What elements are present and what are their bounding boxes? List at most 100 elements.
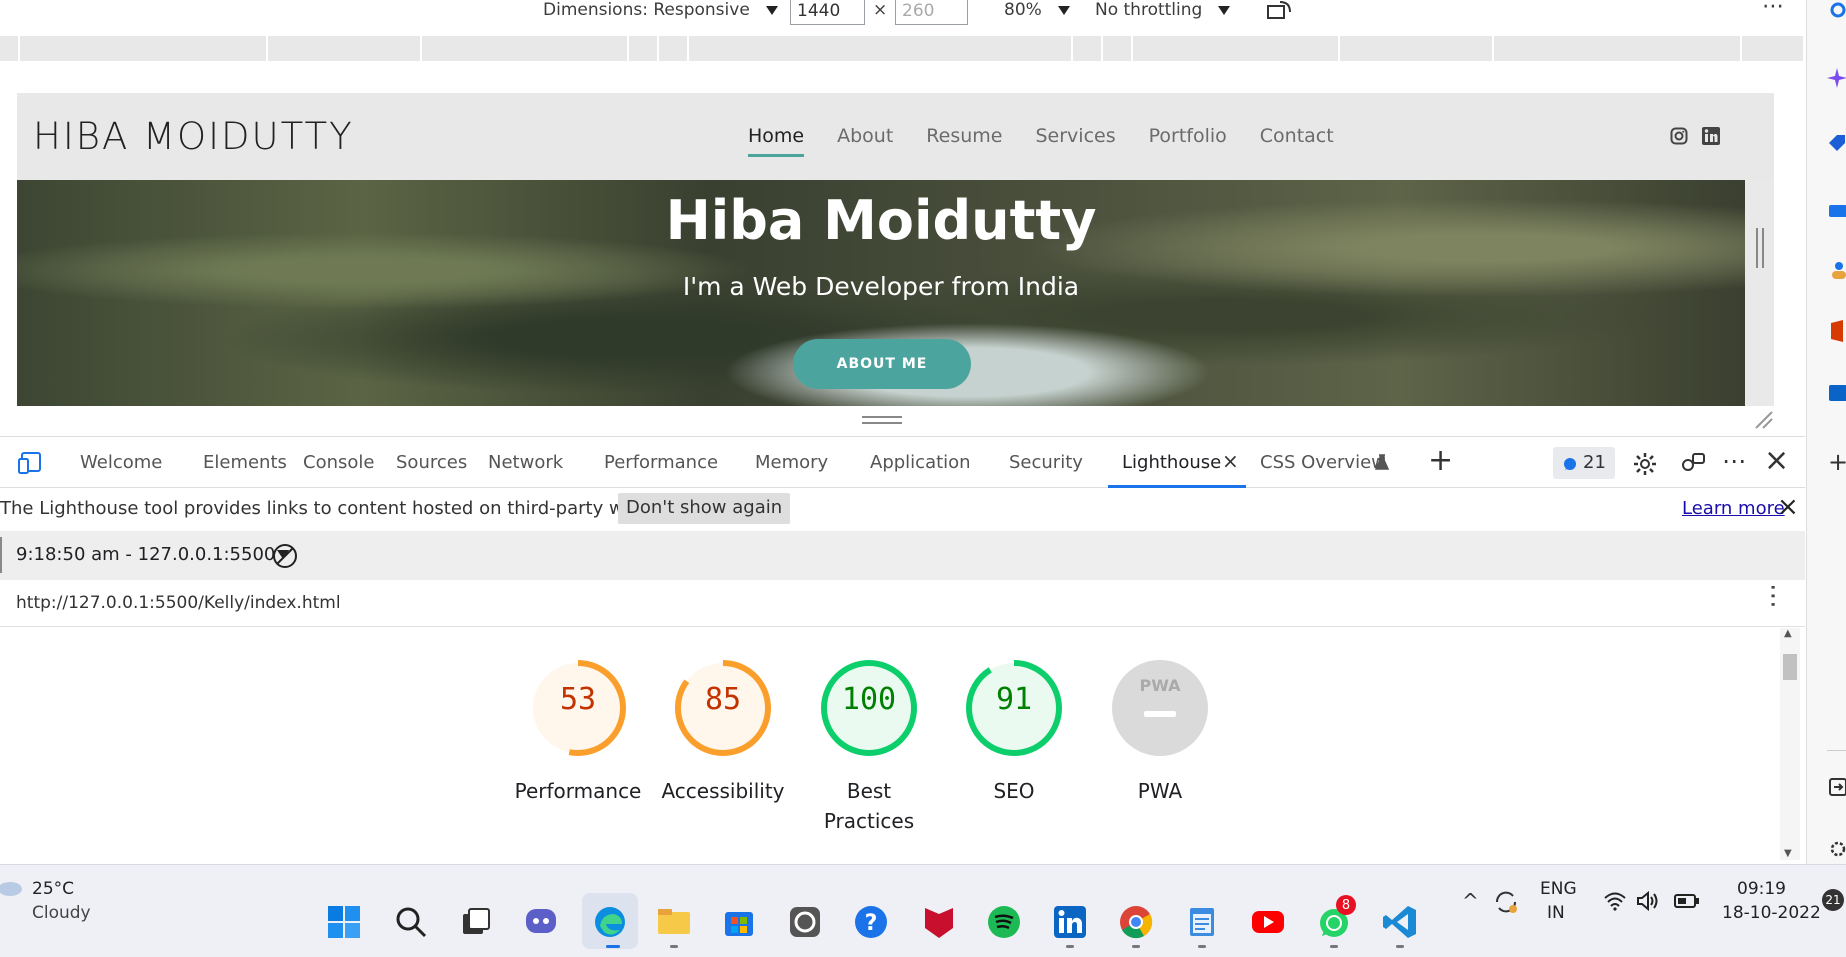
start-button-icon[interactable] [326,904,362,940]
linkedin-app-icon[interactable] [1052,904,1088,940]
nav-home[interactable]: Home [748,125,805,157]
search-icon[interactable] [1829,2,1846,20]
tab-console[interactable]: Console [303,452,374,473]
zoom-dropdown[interactable]: 80% [1004,0,1070,20]
tab-performance[interactable]: Performance [604,452,718,473]
scroll-up-icon[interactable]: ▲ [1784,628,1792,639]
close-infobar-icon[interactable]: × [1777,492,1799,522]
language-code[interactable]: ENG [1540,879,1577,899]
weather-condition[interactable]: Cloudy [32,903,91,923]
score-value: 100 [841,682,897,717]
active-tab-indicator [1108,485,1246,488]
tools-briefcase-icon[interactable] [1827,200,1846,220]
site-logo[interactable]: HIBA MOIDUTTY [33,115,354,158]
report-menu-icon[interactable]: ⋯ [1758,583,1788,609]
scroll-down-icon[interactable]: ▼ [1784,848,1792,859]
notepad-icon[interactable] [1184,904,1220,940]
microsoft-store-icon[interactable] [721,904,757,940]
vscode-icon[interactable] [1382,904,1418,940]
more-options-icon[interactable]: ⋯ [1762,0,1784,19]
score-label-line: Best [846,779,892,803]
wifi-icon[interactable] [1603,891,1627,911]
more-options-icon[interactable]: ⋯ [1722,447,1746,475]
tab-css-overview[interactable]: CSS Overview [1260,452,1386,473]
sync-icon[interactable] [1493,889,1519,915]
youtube-icon[interactable] [1250,904,1286,940]
throttling-dropdown[interactable]: No throttling [1095,0,1231,20]
horizontal-resize-handle[interactable] [1756,228,1764,268]
chrome-icon[interactable] [1118,904,1154,940]
score-performance[interactable]: 53 Performance [515,658,641,806]
nav-about[interactable]: About [837,125,893,147]
close-tab-icon[interactable]: × [1222,449,1239,473]
width-input[interactable]: 1440 [790,0,865,25]
spotify-icon[interactable] [986,904,1022,940]
customize-feedback-icon[interactable] [1680,451,1706,477]
score-accessibility[interactable]: 85 Accessibility [661,658,785,806]
clock-date[interactable]: 18-10-2022 [1722,903,1821,923]
vertical-resize-handle[interactable] [862,416,902,424]
tab-lighthouse[interactable]: Lighthouse [1122,452,1221,473]
mcafee-icon[interactable] [921,904,957,940]
height-input[interactable]: 260 [895,0,968,25]
about-me-button[interactable]: ABOUT ME [793,339,971,389]
tab-security[interactable]: Security [1009,452,1083,473]
clear-report-icon[interactable] [272,543,298,569]
sidebar-settings-icon[interactable] [1829,840,1846,858]
github-desktop-icon[interactable] [787,904,823,940]
issues-counter[interactable]: 21 [1553,447,1615,479]
office-icon[interactable] [1827,320,1846,342]
notification-badge[interactable]: 21 [1822,889,1844,911]
corner-resize-handle[interactable] [1752,408,1774,430]
media-query-ruler[interactable] [0,36,1805,61]
tab-welcome[interactable]: Welcome [80,452,162,473]
tab-application[interactable]: Application [870,452,971,473]
task-view-icon[interactable] [457,904,493,940]
dont-show-again-button[interactable]: Don't show again [618,493,791,524]
tab-memory[interactable]: Memory [755,452,828,473]
clock-time[interactable]: 09:19 [1737,879,1786,899]
chevron-up-icon[interactable]: ^ [1462,889,1479,913]
score-seo[interactable]: 91 SEO [964,658,1064,806]
score-value: 91 [995,682,1033,717]
device-emulation-icon[interactable] [18,451,44,475]
report-selector-dropdown[interactable]: 9:18:50 am - 127.0.0.1:5500 [16,544,290,565]
people-icon[interactable] [1827,260,1846,280]
copilot-sparkle-icon[interactable] [1827,68,1846,88]
nav-portfolio[interactable]: Portfolio [1149,125,1227,147]
volume-icon[interactable] [1636,891,1660,911]
screen: Dimensions: Responsive 1440 × 260 80% No… [0,0,1846,957]
hide-sidebar-icon[interactable] [1829,778,1846,796]
shopping-tag-icon[interactable] [1827,133,1846,153]
close-devtools-icon[interactable]: × [1764,443,1789,478]
file-explorer-icon[interactable] [656,904,692,940]
nav-resume[interactable]: Resume [926,125,1002,147]
language-region[interactable]: IN [1547,903,1565,923]
rotate-icon[interactable] [1266,0,1294,20]
report-scrollbar[interactable]: ▲ ▼ [1780,628,1800,860]
outlook-icon[interactable] [1827,383,1846,403]
learn-more-link[interactable]: Learn more [1682,498,1785,519]
tab-sources[interactable]: Sources [396,452,467,473]
browser-sidebar: + [1806,0,1846,864]
search-icon[interactable] [393,904,429,940]
scrollbar-thumb[interactable] [1783,654,1797,680]
more-tools-plus-icon[interactable]: + [1428,443,1453,478]
nav-services[interactable]: Services [1035,125,1115,147]
teams-chat-icon[interactable] [523,904,559,940]
weather-temperature[interactable]: 25°C [32,879,74,899]
get-help-icon[interactable]: ? [853,904,889,940]
add-sidebar-app-icon[interactable]: + [1828,448,1846,476]
nav-contact[interactable]: Contact [1260,125,1334,147]
battery-icon[interactable] [1674,892,1700,910]
settings-gear-icon[interactable] [1632,451,1658,477]
edge-browser-icon[interactable] [592,904,628,940]
dimensions-dropdown[interactable]: Dimensions: Responsive [543,0,778,20]
score-pwa[interactable]: PWA PWA [1110,658,1210,806]
instagram-icon[interactable] [1670,127,1688,145]
tab-network[interactable]: Network [488,452,563,473]
tab-elements[interactable]: Elements [203,452,287,473]
score-best-practices[interactable]: 100 Best Practices [819,658,919,836]
throttling-value: No throttling [1095,0,1203,20]
linkedin-icon[interactable] [1702,127,1720,145]
